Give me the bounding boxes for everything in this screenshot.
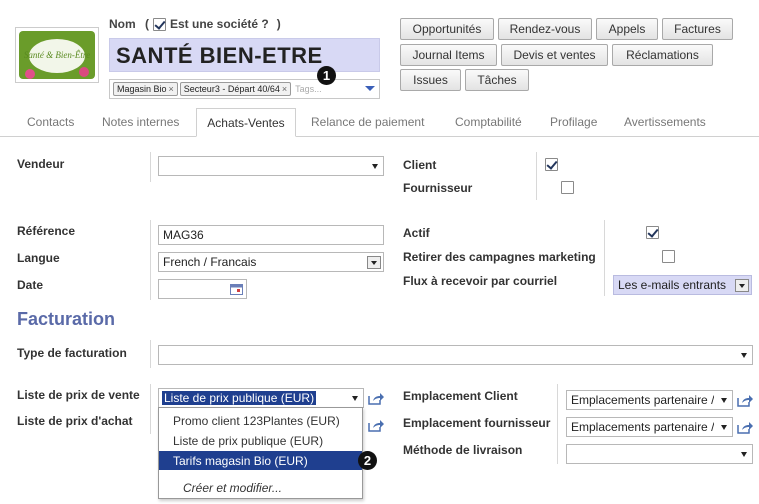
is-company-label: Est une société ?	[170, 17, 269, 31]
annotation-badge-2: 2	[358, 451, 377, 470]
remove-tag-icon[interactable]: ×	[169, 84, 174, 94]
external-link-icon[interactable]	[368, 419, 384, 432]
tab-profiling[interactable]: Profilage	[550, 115, 597, 129]
calendar-icon[interactable]	[230, 283, 243, 295]
notification-email-select[interactable]: Les e-mails entrants	[613, 275, 752, 295]
chevron-down-icon	[367, 256, 381, 269]
salesperson-label: Vendeur	[17, 157, 65, 171]
logo-text: Santé & Bien-Être	[23, 50, 91, 60]
field-separator	[150, 384, 151, 434]
chevron-down-icon	[372, 164, 378, 169]
invoicing-section-title: Facturation	[17, 309, 116, 329]
appointments-button[interactable]: Rendez-vous	[498, 18, 592, 40]
remove-tag-icon[interactable]: ×	[282, 84, 287, 94]
claims-button[interactable]: Réclamations	[612, 44, 713, 66]
tags-dropdown-icon[interactable]	[365, 86, 375, 91]
dropdown-option[interactable]: Promo client 123Plantes (EUR)	[159, 411, 362, 430]
purchase-pricelist-label: Liste de prix d'achat	[17, 414, 133, 428]
date-input[interactable]	[158, 279, 247, 299]
pricelist-dropdown: Promo client 123Plantes (EUR) Liste de p…	[158, 407, 363, 499]
is-company-row: ( Est une société ? )	[145, 17, 281, 31]
chevron-down-icon	[735, 279, 749, 292]
issues-button[interactable]: Issues	[400, 69, 461, 91]
chevron-down-icon	[741, 452, 747, 457]
logo-image: Santé & Bien-Être	[19, 31, 95, 79]
invoices-button[interactable]: Factures	[662, 18, 733, 40]
salesperson-select[interactable]	[158, 156, 384, 176]
tags-placeholder[interactable]: Tags...	[295, 84, 322, 94]
delivery-method-label: Méthode de livraison	[403, 443, 523, 457]
tab-warnings[interactable]: Avertissements	[624, 115, 706, 129]
tabs-divider	[0, 136, 759, 137]
external-link-icon[interactable]	[737, 394, 753, 407]
supplier-checkbox[interactable]	[561, 181, 575, 194]
supplier-location-label: Emplacement fournisseur	[403, 416, 551, 430]
supplier-label: Fournisseur	[403, 181, 473, 195]
sale-pricelist-label: Liste de prix de vente	[17, 388, 140, 402]
tab-internal-notes[interactable]: Notes internes	[102, 115, 179, 129]
chevron-down-icon	[721, 425, 727, 430]
tag-chip[interactable]: Secteur3 - Départ 40/64 ×	[179, 82, 292, 96]
quotations-button[interactable]: Devis et ventes	[501, 44, 608, 66]
calls-button[interactable]: Appels	[596, 18, 658, 40]
paren-close: )	[276, 17, 281, 31]
partner-name-input[interactable]: SANTÉ BIEN-ETRE	[109, 38, 380, 72]
tab-contacts[interactable]: Contacts	[27, 115, 74, 129]
journal-items-button[interactable]: Journal Items	[400, 44, 497, 66]
external-link-icon[interactable]	[737, 421, 753, 434]
field-separator	[150, 152, 151, 182]
tags-field[interactable]: Magasin Bio × Secteur3 - Départ 40/64 × Ta…	[109, 79, 380, 99]
tasks-button[interactable]: Tâches	[465, 69, 529, 91]
sale-pricelist-select[interactable]: Liste de prix publique (EUR)	[158, 388, 364, 408]
field-separator	[150, 220, 151, 300]
field-separator	[557, 384, 558, 464]
reference-label: Référence	[17, 224, 76, 238]
chevron-down-icon	[741, 353, 747, 358]
customer-location-label: Emplacement Client	[403, 389, 518, 403]
is-company-checkbox[interactable]	[153, 17, 166, 31]
annotation-badge-1: 1	[317, 66, 336, 85]
dropdown-option-highlighted[interactable]: Tarifs magasin Bio (EUR)	[159, 451, 362, 470]
name-label: Nom	[109, 17, 136, 31]
customer-label: Client	[403, 158, 437, 172]
company-logo[interactable]: Santé & Bien-Être	[15, 27, 99, 83]
date-label: Date	[17, 278, 44, 292]
field-separator	[604, 220, 605, 296]
language-select[interactable]: French / Francais	[158, 252, 384, 272]
tab-accounting[interactable]: Comptabilité	[455, 115, 522, 129]
chevron-down-icon	[721, 398, 727, 403]
create-and-edit-option[interactable]: Créer et modifier...	[159, 478, 362, 497]
external-link-icon[interactable]	[368, 392, 384, 405]
active-checkbox[interactable]	[645, 226, 659, 239]
active-label: Actif	[403, 226, 430, 240]
opt-out-label: Retirer des campagnes marketing	[403, 250, 596, 264]
notification-email-label: Flux à recevoir par courriel	[403, 274, 558, 288]
opt-out-checkbox[interactable]	[662, 250, 676, 263]
field-separator	[536, 152, 537, 200]
language-label: Langue	[17, 251, 60, 265]
delivery-method-select[interactable]	[566, 444, 753, 464]
tab-sales-purchases[interactable]: Achats-Ventes	[196, 108, 296, 137]
opportunities-button[interactable]: Opportunités	[400, 18, 494, 40]
chevron-down-icon	[352, 396, 358, 401]
tab-payment-follow-up[interactable]: Relance de paiement	[311, 115, 424, 129]
reference-input[interactable]: MAG36	[158, 225, 384, 245]
invoice-type-label: Type de facturation	[17, 346, 127, 360]
customer-location-select[interactable]: Emplacements partenaire /	[566, 390, 733, 410]
paren-open: (	[145, 17, 149, 31]
tag-chip[interactable]: Magasin Bio ×	[113, 82, 178, 96]
invoice-type-select[interactable]	[158, 345, 753, 365]
supplier-location-select[interactable]: Emplacements partenaire /	[566, 417, 733, 437]
field-separator	[150, 340, 151, 368]
customer-checkbox[interactable]	[545, 158, 558, 171]
dropdown-option[interactable]: Liste de prix publique (EUR)	[159, 431, 362, 450]
